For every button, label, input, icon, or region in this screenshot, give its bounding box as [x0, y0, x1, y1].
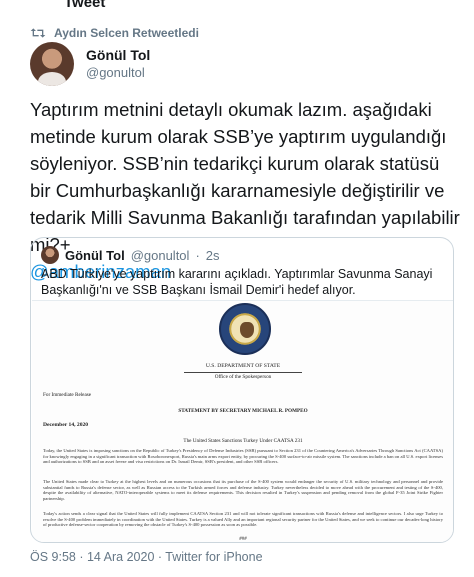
- page-heading-cut: Tweet: [64, 0, 106, 11]
- author-display-name[interactable]: Gönül Tol: [86, 46, 150, 64]
- quoted-timestamp: 2s: [205, 247, 220, 263]
- document-divider: [184, 372, 302, 373]
- quoted-separator: ·: [195, 247, 200, 263]
- document-statement-by: STATEMENT BY SECRETARY MICHAEL R. POMPEO: [178, 408, 308, 414]
- state-department-seal: [219, 303, 271, 355]
- document-date: December 14, 2020: [43, 422, 89, 428]
- quoted-author-name: Gönül Tol: [65, 247, 125, 263]
- quoted-avatar: [41, 246, 59, 264]
- document-paragraph: The United States made clear to Turkey a…: [43, 479, 443, 501]
- tweet-author[interactable]: Gönül Tol @gonultol: [30, 42, 150, 86]
- eagle-emblem: [240, 322, 254, 338]
- document-title: The United States Sanctions Turkey Under…: [183, 438, 303, 444]
- attached-document-image[interactable]: U.S. DEPARTMENT OF STATE Office of the S…: [32, 300, 453, 542]
- quoted-tweet-header: Gönül Tol @gonultol · 2s: [41, 246, 220, 264]
- retweet-context[interactable]: Aydın Selcen Retweetledi: [30, 26, 199, 40]
- document-paragraph: Today's action sends a clear signal that…: [43, 511, 443, 528]
- retweet-icon: [30, 28, 46, 38]
- document-department: U.S. DEPARTMENT OF STATE: [205, 363, 281, 369]
- quoted-tweet[interactable]: Gönül Tol @gonultol · 2s ABD Türkiye'ye …: [30, 237, 454, 543]
- tweet-text: Yaptırım metnini detaylı okumak lazım. a…: [30, 99, 460, 255]
- retweet-label: Aydın Selcen Retweetledi: [54, 26, 199, 40]
- document-office: Office of the Spokesperson: [214, 374, 272, 380]
- quoted-tweet-text: ABD Türkiye'ye yaptırım kararını açıklad…: [41, 267, 433, 297]
- document-end-mark: ###: [239, 537, 247, 542]
- document-paragraph: Today, the United States is imposing san…: [43, 448, 443, 465]
- avatar[interactable]: [30, 42, 74, 86]
- tweet-timestamp[interactable]: ÖS 9:58 · 14 Ara 2020 · Twitter for iPho…: [30, 550, 263, 564]
- document-release: For Immediate Release: [43, 392, 92, 398]
- quoted-author-handle: @gonultol: [130, 247, 190, 263]
- author-handle[interactable]: @gonultol: [86, 64, 150, 82]
